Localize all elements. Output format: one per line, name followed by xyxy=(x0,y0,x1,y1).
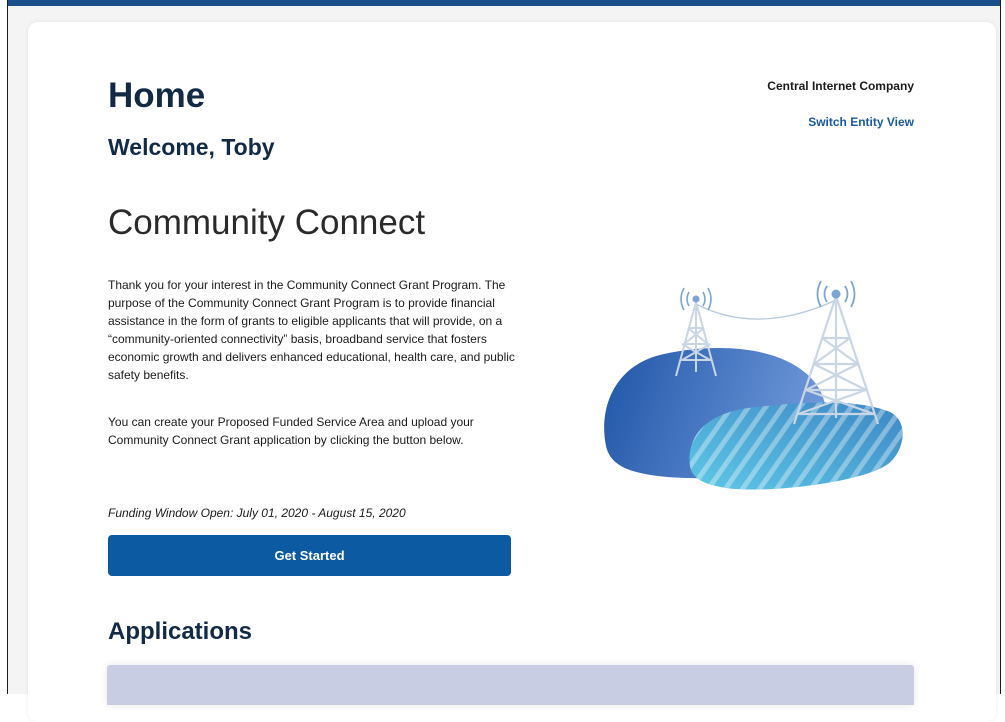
program-title: Community Connect xyxy=(108,203,426,242)
page-title: Home xyxy=(108,76,206,115)
window-frame-right xyxy=(1000,0,1005,694)
applications-heading: Applications xyxy=(108,618,253,645)
get-started-button[interactable]: Get Started xyxy=(108,535,511,576)
program-instructions-text: You can create your Proposed Funded Serv… xyxy=(108,415,474,447)
applications-table-header xyxy=(107,665,914,705)
program-intro-text: Thank you for your interest in the Commu… xyxy=(108,278,515,382)
funding-window-text: Funding Window Open: July 01, 2020 - Aug… xyxy=(108,506,406,520)
switch-entity-view-link[interactable]: Switch Entity View xyxy=(808,115,914,129)
broadband-towers-illustration xyxy=(604,280,903,490)
window-frame-left xyxy=(0,0,8,694)
welcome-message: Welcome, Toby xyxy=(108,134,275,160)
entity-name: Central Internet Company xyxy=(767,79,914,93)
